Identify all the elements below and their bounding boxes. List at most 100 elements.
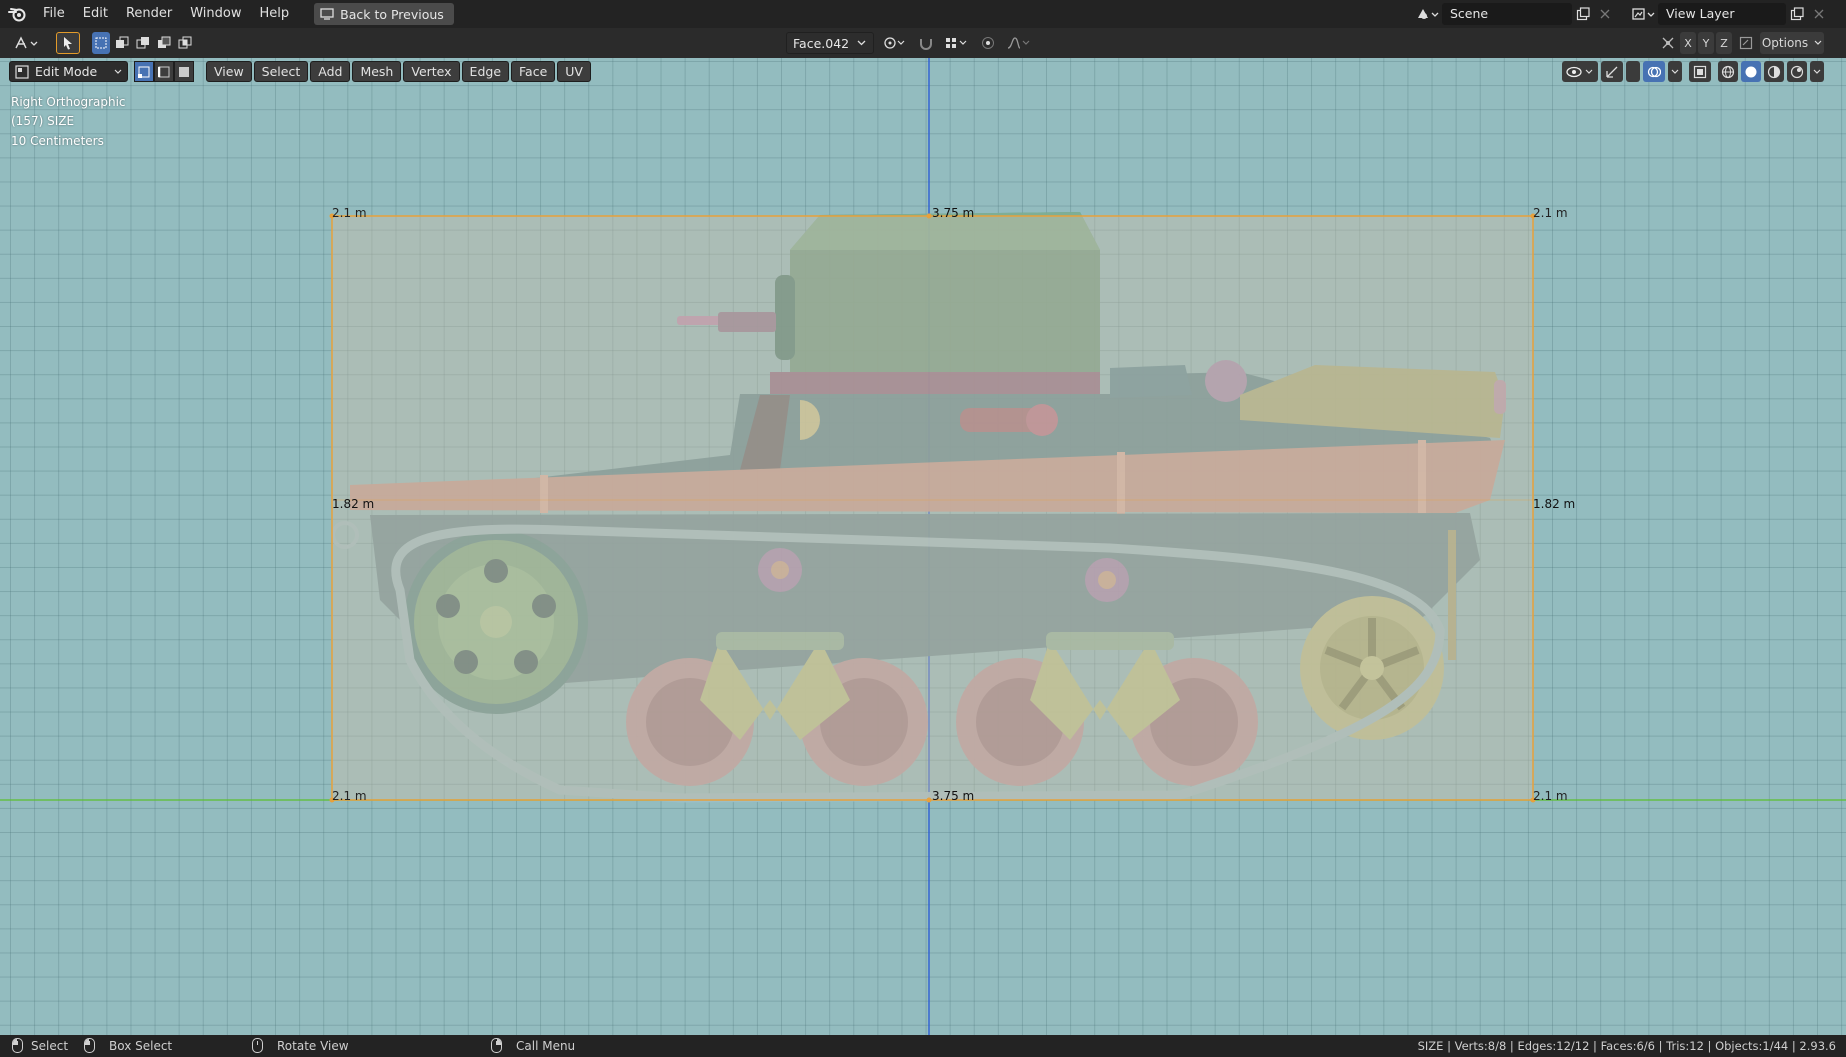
viewport-canvas bbox=[0, 58, 1846, 1035]
bounding-box[interactable] bbox=[331, 215, 1534, 801]
screen-icon bbox=[320, 8, 334, 20]
object-info-label: (157) SIZE bbox=[11, 114, 75, 128]
main-menu: File Edit Render Window Help bbox=[34, 0, 298, 28]
wireframe-shading-icon[interactable] bbox=[1718, 61, 1738, 82]
active-object-label: Face.042 bbox=[793, 35, 850, 51]
menu-view[interactable]: View bbox=[206, 61, 252, 82]
dimension-mid-left: 1.82 m bbox=[332, 497, 375, 511]
chevron-down-icon bbox=[1814, 40, 1822, 45]
menu-mesh[interactable]: Mesh bbox=[352, 61, 402, 82]
status-call-menu-label: Call Menu bbox=[516, 1038, 576, 1053]
scene-selector-icon[interactable] bbox=[1412, 3, 1442, 25]
active-object-dropdown[interactable]: Face.042 bbox=[786, 32, 874, 54]
view-name-label: Right Orthographic bbox=[11, 95, 126, 109]
chevron-down-icon bbox=[857, 40, 866, 46]
xray-toggle-icon[interactable] bbox=[1689, 61, 1711, 82]
menu-select[interactable]: Select bbox=[253, 61, 309, 82]
auto-merge-icon[interactable] bbox=[1734, 32, 1758, 54]
menu-edit[interactable]: Edit bbox=[74, 0, 117, 28]
mode-intersect-icon[interactable] bbox=[176, 32, 194, 54]
view-layer-selector-icon[interactable] bbox=[1628, 3, 1658, 25]
grid-scale-label: 10 Centimeters bbox=[11, 134, 104, 148]
dimension-bottom-left: 2.1 m bbox=[332, 789, 367, 803]
delete-view-layer-icon[interactable] bbox=[1808, 3, 1830, 25]
vertex-select-icon[interactable] bbox=[134, 61, 154, 82]
menu-vertex[interactable]: Vertex bbox=[403, 61, 460, 82]
menu-face[interactable]: Face bbox=[511, 61, 556, 82]
snap-toggle-icon[interactable] bbox=[916, 32, 936, 54]
shading-dropdown-icon[interactable] bbox=[1810, 61, 1824, 82]
mirror-options-icon[interactable] bbox=[1658, 32, 1678, 54]
gizmo-toggle-icon[interactable] bbox=[1601, 61, 1623, 82]
blender-logo-icon[interactable] bbox=[0, 0, 34, 28]
dimension-top-right: 2.1 m bbox=[1533, 206, 1568, 220]
editor-type-icon[interactable] bbox=[10, 32, 44, 54]
dimension-mid-right: 1.82 m bbox=[1533, 497, 1576, 511]
overlays-toggle-icon[interactable] bbox=[1643, 61, 1665, 82]
dimension-top-center: 3.75 m bbox=[932, 206, 975, 220]
falloff-curve-icon[interactable] bbox=[1004, 32, 1034, 54]
left-mouse-icon bbox=[12, 1038, 23, 1053]
back-to-previous-button[interactable]: Back to Previous bbox=[314, 3, 454, 25]
mirror-x-toggle[interactable]: X bbox=[1680, 32, 1696, 54]
menu-render[interactable]: Render bbox=[117, 0, 181, 28]
right-mouse-icon bbox=[491, 1038, 502, 1053]
view-layer-name-field[interactable]: View Layer bbox=[1658, 3, 1786, 25]
visibility-dropdown-icon[interactable] bbox=[1562, 61, 1598, 82]
snap-increment-icon[interactable] bbox=[942, 32, 972, 54]
mode-extend-icon[interactable] bbox=[113, 32, 131, 54]
menu-help[interactable]: Help bbox=[251, 0, 299, 28]
menu-uv[interactable]: UV bbox=[557, 61, 591, 82]
menu-window[interactable]: Window bbox=[181, 0, 250, 28]
overlays-dropdown-icon[interactable] bbox=[1668, 61, 1682, 82]
scene-statistics: SIZE | Verts:8/8 | Edges:12/12 | Faces:6… bbox=[1417, 1039, 1836, 1053]
new-scene-icon[interactable] bbox=[1572, 3, 1594, 25]
dimension-bottom-right: 2.1 m bbox=[1533, 789, 1568, 803]
status-rotate-view: Rotate View bbox=[252, 1038, 349, 1053]
mode-dropdown[interactable]: Edit Mode bbox=[9, 61, 128, 82]
status-select-label: Select bbox=[31, 1038, 69, 1053]
left-drag-mouse-icon bbox=[84, 1038, 95, 1053]
transform-pivot-icon[interactable] bbox=[880, 32, 910, 54]
top-menu-bar: File Edit Render Window Help Back to Pre… bbox=[0, 0, 1846, 28]
mirror-y-toggle[interactable]: Y bbox=[1698, 32, 1714, 54]
mode-label: Edit Mode bbox=[35, 64, 98, 79]
edge-select-icon[interactable] bbox=[154, 61, 174, 82]
mirror-z-toggle[interactable]: Z bbox=[1716, 32, 1732, 54]
options-dropdown[interactable]: Options bbox=[1760, 32, 1824, 54]
status-call-menu: Call Menu bbox=[491, 1038, 575, 1053]
scene-name-field[interactable]: Scene bbox=[1442, 3, 1572, 25]
dimension-bottom-center: 3.75 m bbox=[932, 789, 975, 803]
material-shading-icon[interactable] bbox=[1764, 61, 1784, 82]
3d-viewport[interactable]: 2.1 m 3.75 m 2.1 m 1.82 m 1.82 m 2.1 m 3… bbox=[0, 58, 1846, 1035]
rendered-shading-icon[interactable] bbox=[1787, 61, 1807, 82]
delete-scene-icon[interactable] bbox=[1594, 3, 1616, 25]
solid-shading-icon[interactable] bbox=[1741, 61, 1761, 82]
back-to-previous-label: Back to Previous bbox=[340, 6, 444, 22]
options-label: Options bbox=[1761, 36, 1809, 50]
select-mode-group bbox=[134, 61, 194, 82]
menu-file[interactable]: File bbox=[34, 0, 74, 28]
status-select: Select bbox=[12, 1038, 68, 1053]
gizmo-dropdown-icon[interactable] bbox=[1626, 61, 1640, 82]
select-tool-icon[interactable] bbox=[56, 32, 80, 54]
status-box-select: Box Select bbox=[84, 1038, 172, 1053]
status-bar: Select Box Select Rotate View Call Menu … bbox=[0, 1035, 1846, 1057]
menu-edge[interactable]: Edge bbox=[461, 61, 510, 82]
mode-subtract-icon[interactable] bbox=[134, 32, 152, 54]
proportional-editing-icon[interactable] bbox=[978, 32, 998, 54]
edit-mode-icon bbox=[15, 64, 29, 79]
status-box-select-label: Box Select bbox=[109, 1038, 173, 1053]
new-view-layer-icon[interactable] bbox=[1786, 3, 1808, 25]
middle-mouse-icon bbox=[252, 1038, 263, 1053]
menu-add[interactable]: Add bbox=[310, 61, 351, 82]
mode-invert-icon[interactable] bbox=[155, 32, 173, 54]
dimension-top-left: 2.1 m bbox=[332, 206, 367, 220]
mode-set-icon[interactable] bbox=[92, 32, 110, 54]
status-rotate-view-label: Rotate View bbox=[277, 1038, 349, 1053]
face-select-icon[interactable] bbox=[174, 61, 194, 82]
viewport-menus: View Select Add Mesh Vertex Edge Face UV bbox=[206, 61, 591, 82]
chevron-down-icon bbox=[114, 69, 122, 74]
tool-settings-header: Face.042 X Y Z Options bbox=[0, 28, 1846, 58]
viewport-header: Edit Mode View Select Add Mesh Vertex Ed… bbox=[0, 58, 1846, 84]
